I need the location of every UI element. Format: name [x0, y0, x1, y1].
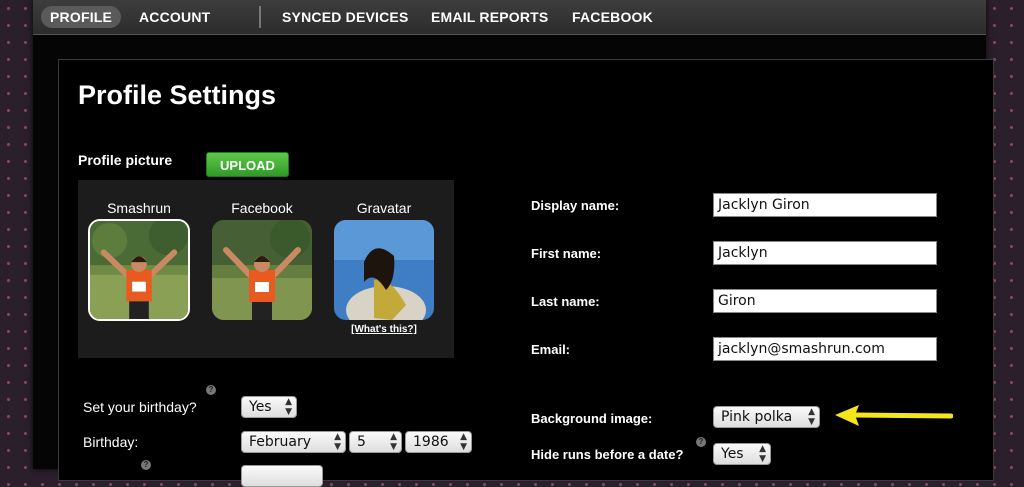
birthday-label: Birthday:	[83, 434, 139, 450]
gravatar-photo[interactable]	[334, 220, 434, 320]
birthday-day-value: 5	[357, 434, 366, 450]
select-arrows-icon: ▲ ▼	[334, 432, 341, 452]
email-label: Email:	[531, 342, 571, 357]
display-name-label: Display name:	[531, 198, 620, 213]
help-icon[interactable]: ?	[696, 437, 706, 447]
tab-profile[interactable]: PROFILE	[41, 6, 122, 28]
birthday-month-select[interactable]: February ▲ ▼	[241, 431, 346, 453]
help-icon[interactable]: ?	[206, 385, 216, 395]
display-name-input[interactable]: Jacklyn Giron	[713, 193, 937, 217]
hide-runs-select[interactable]: Yes ▲ ▼	[713, 443, 771, 465]
set-birthday-select[interactable]: Yes ▲ ▼	[241, 396, 297, 418]
next-select-partial[interactable]	[241, 465, 323, 487]
set-birthday-label: Set your birthday?	[83, 399, 197, 415]
birthday-day-select[interactable]: 5 ▲ ▼	[349, 431, 402, 453]
top-nav: PROFILE ACCOUNT SYNCED DEVICES EMAIL REP…	[33, 0, 986, 35]
nav-divider	[259, 6, 261, 28]
picture-option-label: Gravatar	[356, 200, 412, 216]
select-arrows-icon: ▲ ▼	[390, 432, 397, 452]
profile-picture-label: Profile picture	[78, 152, 173, 168]
hide-runs-label: Hide runs before a date?	[531, 447, 684, 462]
select-arrows-icon: ▲ ▼	[808, 407, 815, 427]
picture-option-label: Facebook	[231, 200, 293, 216]
birthday-year-value: 1986	[413, 434, 449, 450]
tab-synced-devices[interactable]: SYNCED DEVICES	[282, 6, 409, 28]
tab-facebook[interactable]: FACEBOOK	[572, 6, 653, 28]
upload-button[interactable]: UPLOAD	[206, 152, 289, 177]
email-input[interactable]: jacklyn@smashrun.com	[713, 337, 937, 361]
hide-runs-value: Yes	[721, 446, 744, 462]
tab-email-reports[interactable]: EMAIL REPORTS	[431, 6, 548, 28]
page-container: PROFILE ACCOUNT SYNCED DEVICES EMAIL REP…	[33, 0, 994, 487]
picture-option-facebook: Facebook	[212, 180, 312, 320]
first-name-input[interactable]: Jacklyn	[713, 241, 937, 265]
smashrun-photo[interactable]	[88, 219, 190, 321]
profile-picture-chooser: Smashrun Facebook Gravatar [What's this?…	[78, 180, 454, 358]
birthday-month-value: February	[249, 434, 312, 450]
picture-option-smashrun: Smashrun	[88, 180, 190, 321]
facebook-photo[interactable]	[212, 220, 312, 320]
background-image-select[interactable]: Pink polka ▲ ▼	[713, 406, 820, 428]
picture-option-gravatar: Gravatar [What's this?]	[334, 180, 434, 335]
last-name-label: Last name:	[531, 294, 600, 309]
first-name-label: First name:	[531, 246, 602, 261]
page-title: Profile Settings	[78, 80, 277, 110]
last-name-input[interactable]: Giron	[713, 289, 937, 313]
birthday-year-select[interactable]: 1986 ▲ ▼	[405, 431, 472, 453]
highlight-arrow-icon	[835, 405, 953, 426]
select-arrows-icon: ▲ ▼	[460, 432, 467, 452]
select-arrows-icon: ▲ ▼	[759, 444, 766, 464]
set-birthday-value: Yes	[249, 399, 272, 415]
background-image-value: Pink polka	[721, 409, 793, 425]
background-image-label: Background image:	[531, 411, 653, 426]
tab-account[interactable]: ACCOUNT	[139, 6, 210, 28]
whats-this-link[interactable]: [What's this?]	[334, 324, 434, 335]
select-arrows-icon: ▲ ▼	[285, 397, 292, 417]
picture-option-label: Smashrun	[107, 200, 171, 216]
